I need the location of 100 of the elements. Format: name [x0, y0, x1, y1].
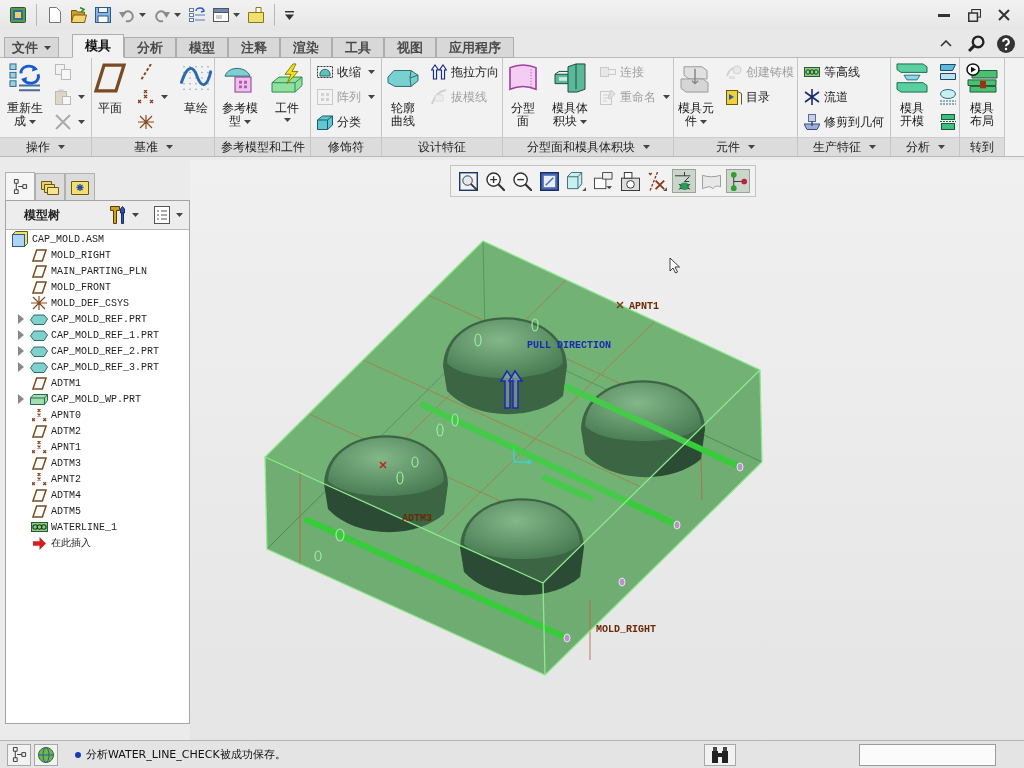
runner-button[interactable]: 流道 [801, 86, 887, 108]
group-label: 转到 [970, 138, 994, 156]
datum-display-icon [647, 171, 667, 191]
help-button[interactable] [996, 33, 1016, 54]
mold-component-button[interactable]: 模具元件 [674, 61, 718, 130]
hole-outline [314, 550, 322, 562]
parting-surface-button[interactable]: 分型面 [503, 61, 543, 130]
tree-item[interactable]: WATERLINE_1 [6, 519, 189, 535]
ribbon-tab[interactable]: 应用程序 [436, 37, 514, 58]
zoom-window-button[interactable] [456, 169, 480, 193]
spin-center-button[interactable] [672, 169, 696, 193]
pull-direction-button[interactable]: 拖拉方向 [427, 61, 502, 83]
sketch-button[interactable]: 草绘 [176, 61, 216, 117]
tree-item[interactable]: APNT1 [6, 439, 189, 455]
parallelogram-icon [31, 280, 47, 294]
tree-item[interactable]: CAP_MOLD_REF.PRT [6, 311, 189, 327]
selection-filter-field[interactable] [859, 743, 996, 766]
datum-label: ADTM3 [402, 513, 432, 524]
tree-item[interactable]: 在此插入 [6, 535, 189, 551]
new-file-icon[interactable] [47, 7, 63, 23]
curved-surface-icon [507, 63, 539, 93]
tree-item[interactable]: CAP_MOLD_REF_2.PRT [6, 343, 189, 359]
shrink-button[interactable]: 收缩 [314, 61, 378, 83]
app-logo-icon[interactable] [10, 7, 26, 23]
folder-icon[interactable] [248, 7, 264, 23]
mold-layout-icon [966, 63, 998, 93]
runner-end-hole [736, 462, 744, 472]
runner-icon [804, 89, 820, 105]
wave-curve-icon [180, 63, 212, 93]
points-icon [31, 472, 47, 486]
tree-item[interactable]: MOLD_FRONT [6, 279, 189, 295]
tree-item[interactable]: CAP_MOLD_REF_3.PRT [6, 359, 189, 375]
tools-icon [110, 206, 126, 224]
tree-item[interactable]: CAP_MOLD_WP.PRT [6, 391, 189, 407]
ribbon-tab[interactable]: 模型 [176, 37, 228, 58]
trim-icon [804, 114, 820, 130]
parallelogram-icon [31, 376, 47, 390]
trim-to-geometry-button[interactable]: 修剪到几何 [801, 111, 887, 133]
customize-caret-icon[interactable] [285, 10, 294, 20]
tree-item[interactable]: ADTM2 [6, 423, 189, 439]
browser-toggle-button[interactable] [34, 743, 58, 766]
regenerate-button[interactable]: 重新生成 [3, 61, 47, 130]
points-icon [31, 408, 47, 422]
tree-item[interactable]: CAP_MOLD.ASM [6, 231, 189, 247]
mold-opening-button[interactable]: 模具开模 [891, 61, 932, 130]
ribbon-tab[interactable]: 分析 [124, 37, 176, 58]
network-view-button[interactable] [726, 169, 750, 193]
tree-item[interactable]: ADTM3 [6, 455, 189, 471]
tree-filter-button[interactable] [152, 204, 185, 226]
tree-item[interactable]: ADTM4 [6, 487, 189, 503]
zoom-out-button[interactable] [510, 169, 534, 193]
silhouette-curve-button[interactable]: 轮廓曲线 [382, 61, 423, 130]
reference-model-button[interactable]: 参考模型 [218, 61, 262, 130]
tree-item[interactable]: MOLD_RIGHT [6, 247, 189, 263]
tree-settings-button[interactable] [108, 204, 141, 226]
tree-item[interactable]: MOLD_DEF_CSYS [6, 295, 189, 311]
panel-tab[interactable] [5, 172, 35, 200]
workpiece-button[interactable]: 工件 [267, 61, 307, 124]
find-button[interactable] [704, 743, 736, 766]
zoom-in-button[interactable] [483, 169, 507, 193]
tree-item[interactable]: MAIN_PARTING_PLN [6, 263, 189, 279]
ribbon-tab[interactable]: 模具 [72, 34, 124, 58]
named-view-button[interactable] [618, 169, 642, 193]
classify-button[interactable]: 分类 [314, 111, 378, 133]
point-marker-icon [379, 461, 387, 469]
search-button[interactable] [966, 33, 986, 54]
model-tree-toggle-button[interactable] [7, 743, 31, 766]
plane-button[interactable]: 平面 [90, 61, 130, 117]
ribbon-tab[interactable]: 视图 [384, 37, 436, 58]
point-marker-icon [616, 301, 624, 309]
lens-shape-icon [30, 329, 48, 341]
tree-item[interactable]: APNT0 [6, 407, 189, 423]
mold-volume-button[interactable]: 模具体积块 [548, 61, 592, 130]
open-folder-icon[interactable] [71, 7, 87, 23]
cube-icon [317, 114, 333, 130]
mouse-pointer-icon [669, 257, 680, 274]
ribbon-tab[interactable]: 工具 [332, 37, 384, 58]
catalog-button[interactable]: 目录 [723, 86, 797, 108]
rename-icon [600, 89, 616, 105]
tree-item[interactable]: ADTM5 [6, 503, 189, 519]
parallelogram-icon [31, 424, 47, 438]
hole-outline [474, 333, 482, 347]
mold-layout-button[interactable]: 模具布局 [962, 61, 1002, 130]
parallelogram-icon [31, 248, 47, 262]
tree-item[interactable]: ADTM1 [6, 375, 189, 391]
regenerate-list-icon[interactable] [189, 7, 205, 23]
zoom-window-icon [458, 171, 478, 191]
waterline-button[interactable]: 等高线 [801, 61, 887, 83]
ribbon-tab[interactable]: 渲染 [280, 37, 332, 58]
ribbon-tab[interactable]: 注释 [228, 37, 280, 58]
file-menu-tab[interactable]: 文件 [4, 37, 59, 58]
help-icon [997, 34, 1015, 53]
tree-item[interactable]: APNT2 [6, 471, 189, 487]
panel-tab[interactable] [35, 173, 65, 200]
hole-outline [531, 318, 539, 332]
display-style-button[interactable] [564, 169, 588, 193]
tree-item[interactable]: CAP_MOLD_REF_1.PRT [6, 327, 189, 343]
panel-tab[interactable] [65, 173, 95, 200]
refit-button[interactable] [537, 169, 561, 193]
parallelogram-icon [94, 63, 126, 93]
